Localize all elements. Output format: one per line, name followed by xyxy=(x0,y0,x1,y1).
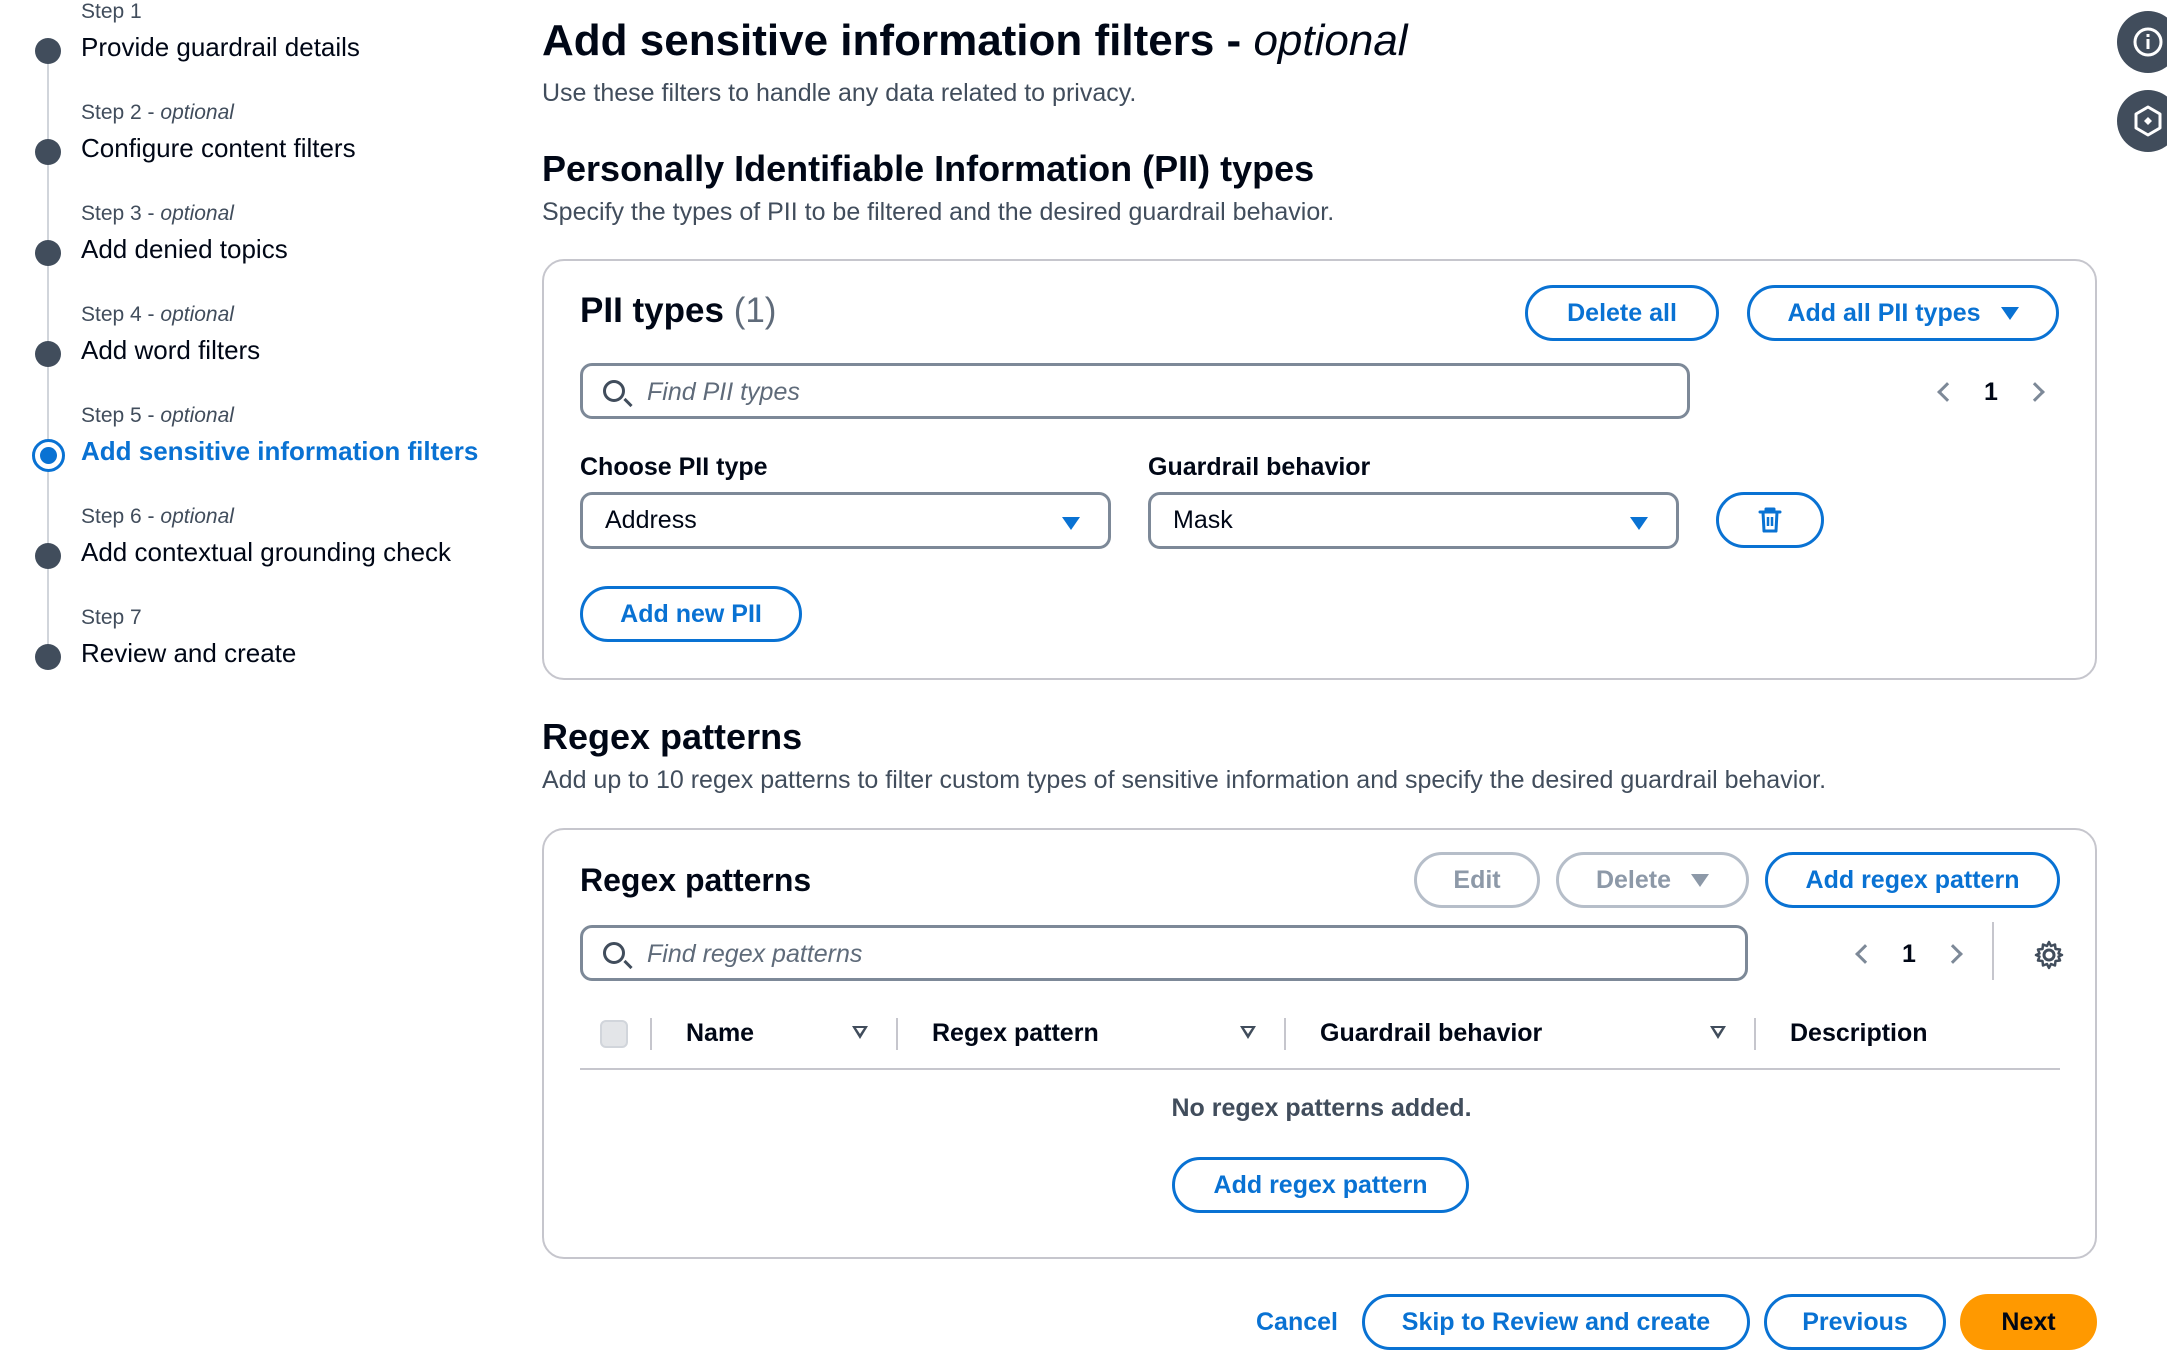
guardrail-behavior-label: Guardrail behavior xyxy=(1148,453,1371,481)
step-number: Step 4 - optional xyxy=(81,303,234,326)
page-title: Add sensitive information filters - opti… xyxy=(542,16,1408,65)
regex-table-header: Name Regex pattern Guardrail behavior De… xyxy=(580,1000,2060,1070)
step-3[interactable]: Step 3 - optional Add denied topics xyxy=(0,202,520,292)
caret-down-icon xyxy=(1691,873,1710,887)
delete-all-button[interactable]: Delete all xyxy=(1525,285,1719,341)
column-header-description: Description xyxy=(1790,1018,1928,1047)
column-divider xyxy=(1754,1018,1756,1050)
step-title[interactable]: Review and create xyxy=(81,638,296,669)
trash-icon xyxy=(1758,507,1782,533)
add-all-pii-types-button[interactable]: Add all PII types xyxy=(1747,285,2059,341)
step-number: Step 1 xyxy=(81,0,142,23)
step-title[interactable]: Add word filters xyxy=(81,335,260,366)
step-number: Step 6 - optional xyxy=(81,505,234,528)
current-step-icon xyxy=(32,439,65,472)
step-title[interactable]: Add contextual grounding check xyxy=(81,537,451,568)
page-description: Use these filters to handle any data rel… xyxy=(542,79,1137,107)
column-header-guardrail-behavior[interactable]: Guardrail behavior xyxy=(1320,1000,1542,1066)
pii-section-description: Specify the types of PII to be filtered … xyxy=(542,198,1335,226)
settings-gear-icon[interactable] xyxy=(2034,940,2064,970)
column-divider xyxy=(650,1018,652,1050)
assistant-panel-button[interactable] xyxy=(2117,90,2167,152)
add-all-label: Add all PII types xyxy=(1787,298,1981,327)
step-indicator-icon xyxy=(35,38,61,64)
sort-icon[interactable] xyxy=(1710,1026,1726,1039)
next-page-icon[interactable] xyxy=(2025,382,2045,402)
regex-search-field[interactable] xyxy=(580,925,1748,981)
empty-add-regex-pattern-button[interactable]: Add regex pattern xyxy=(1172,1157,1469,1213)
regex-search-input[interactable] xyxy=(647,936,1729,972)
step-title[interactable]: Configure content filters xyxy=(81,133,356,164)
regex-pagination: 1 xyxy=(1855,934,1963,974)
step-title[interactable]: Provide guardrail details xyxy=(81,32,360,63)
column-header-name[interactable]: Name xyxy=(686,1000,754,1066)
choose-pii-type-label: Choose PII type xyxy=(580,453,768,481)
sort-icon[interactable] xyxy=(852,1026,868,1039)
info-icon xyxy=(2133,27,2163,57)
column-divider xyxy=(896,1018,898,1050)
cancel-button[interactable]: Cancel xyxy=(1222,1294,1372,1350)
pii-card-title: PII types (1) xyxy=(580,291,777,330)
info-panel-button[interactable] xyxy=(2117,11,2167,73)
column-header-regex-pattern[interactable]: Regex pattern xyxy=(932,1000,1099,1066)
wizard-stepper: Step 1 Provide guardrail details Step 2 … xyxy=(0,0,520,1350)
assistant-icon xyxy=(2134,105,2162,137)
step-indicator-icon xyxy=(35,644,61,670)
previous-page-icon[interactable] xyxy=(1855,944,1875,964)
pii-type-select[interactable]: Address xyxy=(580,492,1111,549)
regex-card-title: Regex patterns xyxy=(580,862,812,898)
regex-patterns-card: Regex patterns Edit Delete Add regex pat… xyxy=(542,828,2097,1259)
step-6[interactable]: Step 6 - optional Add contextual groundi… xyxy=(0,505,520,595)
caret-down-icon xyxy=(2000,306,2019,320)
previous-page-icon[interactable] xyxy=(1937,382,1957,402)
guardrail-behavior-select[interactable]: Mask xyxy=(1148,492,1679,549)
search-icon xyxy=(603,380,625,402)
step-number: Step 3 - optional xyxy=(81,202,234,225)
column-divider xyxy=(1284,1018,1286,1050)
next-page-icon[interactable] xyxy=(1943,944,1963,964)
regex-section-description: Add up to 10 regex patterns to filter cu… xyxy=(542,766,1827,794)
pii-types-card: PII types (1) Delete all Add all PII typ… xyxy=(542,259,2097,680)
step-indicator-icon xyxy=(35,240,61,266)
delete-button[interactable]: Delete xyxy=(1556,852,1749,908)
step-4[interactable]: Step 4 - optional Add word filters xyxy=(0,303,520,393)
previous-button[interactable]: Previous xyxy=(1764,1294,1946,1350)
step-number: Step 7 xyxy=(81,606,142,629)
skip-to-review-button[interactable]: Skip to Review and create xyxy=(1362,1294,1750,1350)
remove-pii-button[interactable] xyxy=(1716,492,1824,548)
step-5-current[interactable]: Step 5 - optional Add sensitive informat… xyxy=(0,404,520,494)
step-2[interactable]: Step 2 - optional Configure content filt… xyxy=(0,101,520,191)
delete-label: Delete xyxy=(1595,865,1672,894)
pii-search-field[interactable] xyxy=(580,363,1690,419)
add-new-pii-button[interactable]: Add new PII xyxy=(580,586,802,642)
regex-section-heading: Regex patterns xyxy=(542,716,803,757)
step-indicator-icon xyxy=(35,341,61,367)
guardrail-behavior-value: Mask xyxy=(1173,506,1233,534)
add-regex-pattern-button[interactable]: Add regex pattern xyxy=(1765,852,2060,908)
caret-down-icon xyxy=(1630,517,1648,530)
step-number: Step 2 - optional xyxy=(81,101,234,124)
divider xyxy=(1992,922,1994,980)
step-7[interactable]: Step 7 Review and create xyxy=(0,606,520,696)
pii-search-input[interactable] xyxy=(647,374,1671,410)
page-number[interactable]: 1 xyxy=(1984,378,1998,407)
sort-icon[interactable] xyxy=(1240,1026,1256,1039)
select-all-checkbox[interactable] xyxy=(600,1020,628,1048)
page-number[interactable]: 1 xyxy=(1902,940,1916,969)
edit-button[interactable]: Edit xyxy=(1414,852,1540,908)
empty-state-text: No regex patterns added. xyxy=(1171,1094,1472,1122)
pii-type-value: Address xyxy=(605,506,697,534)
pii-pagination: 1 xyxy=(1937,372,2045,412)
step-1[interactable]: Step 1 Provide guardrail details xyxy=(0,0,520,90)
next-button[interactable]: Next xyxy=(1960,1294,2097,1350)
step-indicator-icon xyxy=(35,543,61,569)
caret-down-icon xyxy=(1062,517,1080,530)
pii-count: (1) xyxy=(733,291,777,330)
step-indicator-icon xyxy=(35,139,61,165)
pii-section-heading: Personally Identifiable Information (PII… xyxy=(542,148,1315,189)
step-title[interactable]: Add denied topics xyxy=(81,234,288,265)
search-icon xyxy=(603,942,625,964)
step-number: Step 5 - optional xyxy=(81,404,234,427)
step-title[interactable]: Add sensitive information filters xyxy=(81,436,478,467)
